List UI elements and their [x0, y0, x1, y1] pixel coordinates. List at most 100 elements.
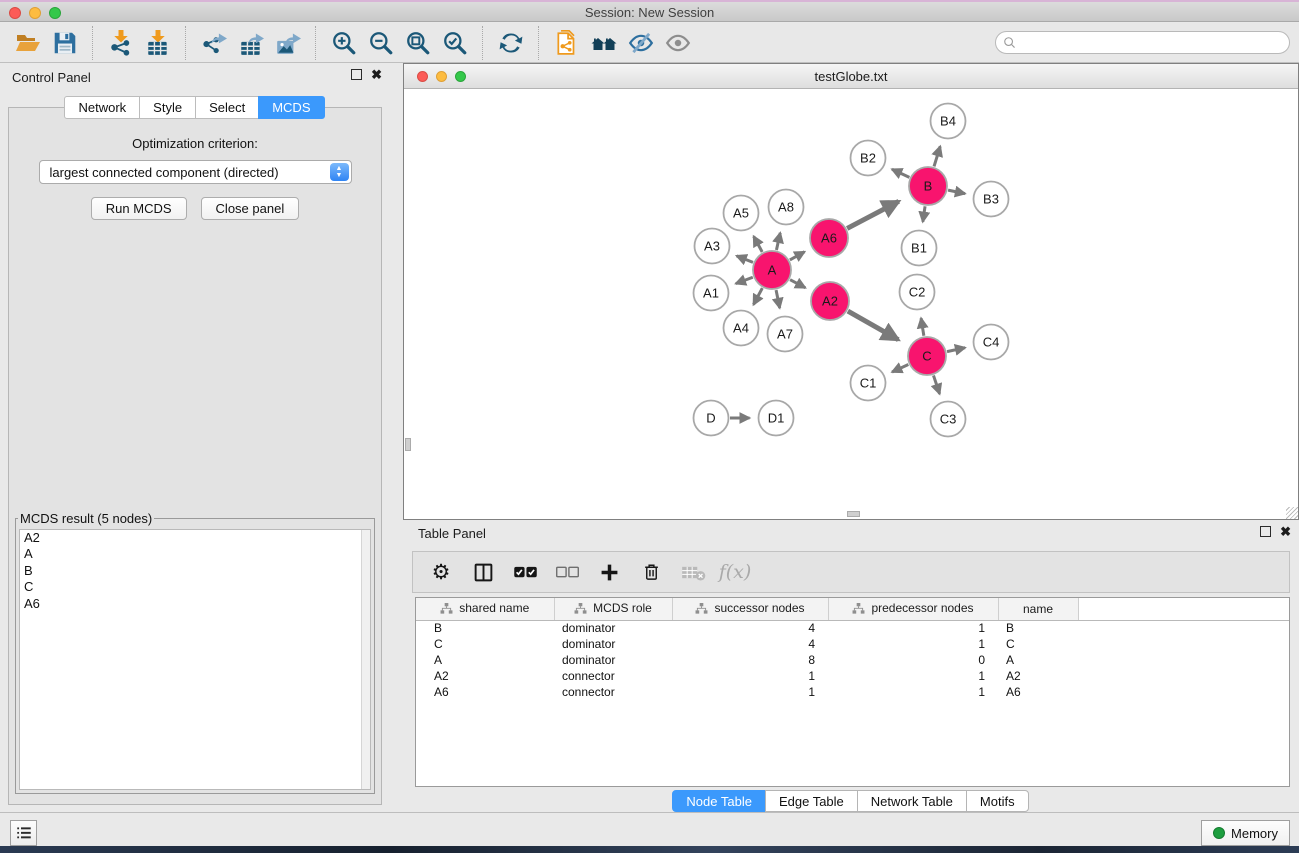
node-C1[interactable]: C1 — [851, 366, 886, 401]
mcds-result-item[interactable]: B — [20, 563, 370, 579]
delete-column-button[interactable] — [635, 557, 667, 587]
network-view-window[interactable]: testGlobe.txt B4B2BB3A8A5A6A3B1AC2A1A2A4… — [403, 63, 1299, 520]
settings-button[interactable]: ⚙ — [425, 557, 457, 587]
column-header-MCDS-role[interactable]: MCDS role — [554, 598, 672, 620]
select-all-button[interactable] — [509, 557, 541, 587]
zoom-fit-button[interactable] — [399, 27, 436, 59]
edge-C-C4[interactable] — [947, 348, 965, 352]
node-A4[interactable]: A4 — [724, 311, 759, 346]
edge-A-A5[interactable] — [754, 236, 763, 252]
run-mcds-button[interactable]: Run MCDS — [91, 197, 187, 220]
refresh-layout-button[interactable] — [492, 27, 529, 59]
edge-B-B1[interactable] — [923, 206, 925, 221]
window-titlebar[interactable]: Session: New Session — [0, 0, 1299, 22]
node-table[interactable]: shared nameMCDS rolesuccessor nodesprede… — [415, 597, 1290, 787]
close-panel-icon[interactable]: ✖ — [371, 69, 382, 80]
split-view-button[interactable] — [467, 557, 499, 587]
save-session-button[interactable] — [46, 27, 83, 59]
mcds-result-item[interactable]: C — [20, 579, 370, 595]
edge-A-A4[interactable] — [753, 288, 762, 305]
node-B4[interactable]: B4 — [931, 104, 966, 139]
edge-A-A3[interactable] — [737, 256, 753, 263]
node-A3[interactable]: A3 — [695, 229, 730, 264]
tab-motifs[interactable]: Motifs — [966, 790, 1029, 812]
table-row[interactable]: Adominator80A — [416, 652, 1289, 668]
edge-C-C3[interactable] — [933, 375, 939, 393]
column-header-shared-name[interactable]: shared name — [416, 598, 554, 620]
memory-button[interactable]: Memory — [1201, 820, 1290, 846]
edge-A-A7[interactable] — [776, 290, 780, 308]
network-graph[interactable]: B4B2BB3A8A5A6A3B1AC2A1A2A4A7C4CC1C3DD1 — [405, 90, 1297, 518]
search-input[interactable] — [1017, 34, 1289, 52]
node-B3[interactable]: B3 — [974, 182, 1009, 217]
close-table-panel-icon[interactable]: ✖ — [1280, 526, 1291, 537]
export-table-button[interactable] — [232, 27, 269, 59]
node-A8[interactable]: A8 — [769, 190, 804, 225]
node-C4[interactable]: C4 — [974, 325, 1009, 360]
mcds-result-item[interactable]: A2 — [20, 530, 370, 546]
task-history-button[interactable] — [10, 820, 37, 846]
node-D1[interactable]: D1 — [759, 401, 794, 436]
column-header-successor-nodes[interactable]: successor nodes — [672, 598, 828, 620]
tab-mcds[interactable]: MCDS — [258, 96, 324, 119]
table-row[interactable]: Bdominator41B — [416, 620, 1289, 636]
network-canvas[interactable]: B4B2BB3A8A5A6A3B1AC2A1A2A4A7C4CC1C3DD1 — [405, 90, 1297, 518]
close-panel-button[interactable]: Close panel — [201, 197, 300, 220]
home-button[interactable] — [585, 27, 622, 59]
open-file-button[interactable] — [9, 27, 46, 59]
node-A6[interactable]: A6 — [810, 219, 848, 257]
edge-B-B2[interactable] — [892, 169, 909, 177]
import-table-button[interactable] — [139, 27, 176, 59]
node-A7[interactable]: A7 — [768, 317, 803, 352]
edge-A-A6[interactable] — [790, 252, 805, 260]
export-network-button[interactable] — [195, 27, 232, 59]
network-window-titlebar[interactable]: testGlobe.txt — [404, 64, 1298, 89]
float-panel-icon[interactable] — [351, 69, 362, 80]
node-A5[interactable]: A5 — [724, 196, 759, 231]
edge-A2-C[interactable] — [848, 311, 898, 340]
tab-node-table[interactable]: Node Table — [672, 790, 766, 812]
mcds-result-list[interactable]: A2ABCA6 — [19, 529, 371, 790]
zoom-selected-button[interactable] — [436, 27, 473, 59]
edge-B-B3[interactable] — [948, 190, 965, 194]
edge-B-B4[interactable] — [934, 146, 940, 166]
tab-edge-table[interactable]: Edge Table — [765, 790, 858, 812]
result-list-scrollbar[interactable] — [361, 530, 370, 789]
tab-style[interactable]: Style — [139, 96, 196, 119]
search-field[interactable] — [995, 31, 1290, 54]
import-network-button[interactable] — [102, 27, 139, 59]
mcds-result-item[interactable]: A — [20, 546, 370, 562]
node-C[interactable]: C — [908, 337, 946, 375]
mcds-result-item[interactable]: A6 — [20, 596, 370, 612]
network-file-button[interactable] — [548, 27, 585, 59]
criterion-select[interactable]: largest connected component (directed) ▲… — [39, 160, 352, 184]
node-A[interactable]: A — [753, 251, 791, 289]
edge-C-C1[interactable] — [892, 365, 908, 372]
float-table-panel-icon[interactable] — [1260, 526, 1271, 537]
edge-C-C2[interactable] — [921, 318, 924, 336]
add-column-button[interactable] — [593, 557, 625, 587]
column-header-name[interactable]: name — [998, 598, 1078, 620]
table-row[interactable]: A6connector11A6 — [416, 684, 1289, 700]
deselect-all-button[interactable] — [551, 557, 583, 587]
network-horizontal-scrollbar[interactable] — [847, 511, 860, 517]
edge-A6-B[interactable] — [847, 201, 899, 228]
node-B[interactable]: B — [909, 167, 947, 205]
tab-select[interactable]: Select — [195, 96, 259, 119]
zoom-in-button[interactable] — [325, 27, 362, 59]
network-resize-grip[interactable] — [1286, 507, 1298, 519]
node-B2[interactable]: B2 — [851, 141, 886, 176]
edge-A-A8[interactable] — [776, 233, 780, 250]
hide-details-button[interactable] — [622, 27, 659, 59]
table-row[interactable]: A2connector11A2 — [416, 668, 1289, 684]
tab-network-table[interactable]: Network Table — [857, 790, 967, 812]
node-C3[interactable]: C3 — [931, 402, 966, 437]
column-header-predecessor-nodes[interactable]: predecessor nodes — [828, 598, 998, 620]
show-details-button[interactable] — [659, 27, 696, 59]
export-image-button[interactable] — [269, 27, 306, 59]
table-row[interactable]: Cdominator41C — [416, 636, 1289, 652]
edge-A-A2[interactable] — [790, 280, 805, 288]
node-C2[interactable]: C2 — [900, 275, 935, 310]
zoom-out-button[interactable] — [362, 27, 399, 59]
node-D[interactable]: D — [694, 401, 729, 436]
